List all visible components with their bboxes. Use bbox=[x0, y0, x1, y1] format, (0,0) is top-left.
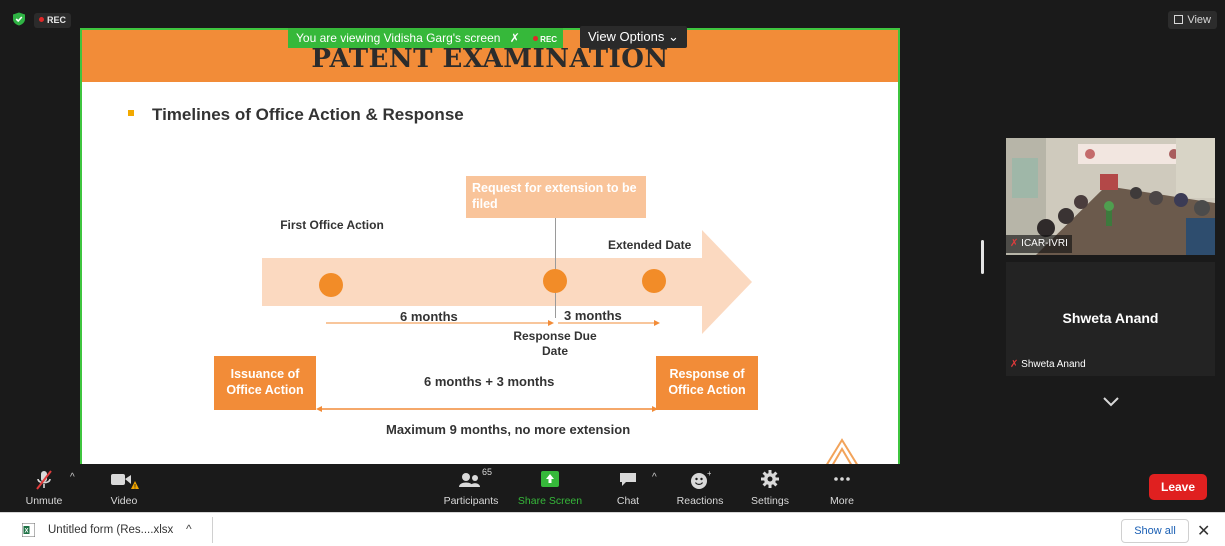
show-all-button[interactable]: Show all bbox=[1121, 519, 1189, 543]
chevron-down-icon: ⌄ bbox=[667, 29, 679, 44]
six-months-label: 6 months bbox=[400, 309, 458, 324]
total-arrowhead-right bbox=[652, 406, 658, 412]
video-tile-name: ICAR-IVRI bbox=[1021, 238, 1068, 249]
viewing-banner-text: You are viewing Vidisha Garg's screen bbox=[296, 31, 501, 45]
banner-rec-indicator: REC bbox=[533, 30, 557, 50]
view-label: View bbox=[1187, 14, 1211, 26]
download-divider bbox=[212, 517, 213, 543]
banner-rec-label: REC bbox=[540, 35, 558, 44]
banner-record-dot-icon bbox=[533, 36, 539, 41]
due-date-divider bbox=[555, 218, 556, 318]
muted-mic-icon: ✗ bbox=[1010, 359, 1019, 370]
close-icon[interactable]: ✕ bbox=[1197, 521, 1210, 541]
recording-indicator[interactable]: REC bbox=[34, 13, 72, 28]
chevron-down-icon[interactable] bbox=[1102, 396, 1120, 408]
chat-icon bbox=[620, 473, 636, 486]
video-tile-label: ✗ ICAR-IVRI bbox=[1006, 235, 1072, 253]
grid-view-icon bbox=[1174, 15, 1184, 24]
unmute-button[interactable]: Unmute bbox=[18, 464, 70, 512]
three-months-arrowhead bbox=[654, 320, 660, 326]
unmute-label: Unmute bbox=[25, 495, 63, 507]
slide-heading: Timelines of Office Action & Response bbox=[152, 105, 464, 124]
response-office-action-box: Response of Office Action bbox=[656, 356, 758, 410]
shared-screen-slide: PATENT EXAMINATION Timelines of Office A… bbox=[80, 28, 900, 464]
participants-button[interactable]: 65 Participants bbox=[440, 464, 502, 512]
issuance-box: Issuance of Office Action bbox=[214, 356, 316, 410]
more-label: More bbox=[830, 495, 854, 507]
share-screen-button[interactable]: Share Screen bbox=[516, 464, 584, 512]
more-button[interactable]: More bbox=[822, 464, 862, 512]
participant-label-name: Shweta Anand bbox=[1021, 359, 1086, 370]
max-duration-label: Maximum 9 months, no more extension bbox=[386, 422, 631, 437]
response-due-marker bbox=[543, 269, 567, 293]
total-arrowhead-left bbox=[316, 406, 322, 412]
chevron-up-icon[interactable]: ^ bbox=[186, 522, 192, 536]
response-due-date-label: Response Due Date bbox=[513, 329, 597, 358]
audio-options-caret-icon[interactable]: ^ bbox=[70, 472, 75, 483]
first-action-marker bbox=[319, 273, 343, 297]
chat-options-caret-icon[interactable]: ^ bbox=[652, 472, 657, 483]
recording-label: REC bbox=[47, 15, 67, 25]
leave-button[interactable]: Leave bbox=[1149, 474, 1207, 500]
first-office-action-label: First Office Action bbox=[280, 218, 384, 232]
total-duration-arrow bbox=[316, 406, 658, 412]
top-status-bar: REC View bbox=[0, 0, 1225, 29]
panel-resize-handle[interactable] bbox=[981, 240, 984, 274]
svg-text:!: ! bbox=[134, 485, 136, 491]
chat-button[interactable]: Chat bbox=[606, 464, 650, 512]
request-extension-box: Request for extension to be filed bbox=[466, 176, 646, 218]
sum-label: 6 months + 3 months bbox=[424, 374, 555, 389]
chat-label: Chat bbox=[616, 495, 640, 507]
bullet-icon bbox=[128, 110, 134, 116]
microphone-muted-icon bbox=[36, 470, 52, 490]
reactions-button[interactable]: + Reactions bbox=[672, 464, 728, 512]
extended-date-label: Extended Date bbox=[608, 238, 692, 252]
three-months-label: 3 months bbox=[564, 308, 622, 323]
zoom-meeting-window: REC View PATENT EXAMINATION Timelines of… bbox=[0, 0, 1225, 546]
reactions-icon: + bbox=[691, 469, 711, 489]
record-dot-icon bbox=[39, 17, 44, 22]
slide-logo-icon bbox=[826, 438, 858, 464]
download-bar: X Untitled form (Res....xlsx ^ Show all … bbox=[0, 512, 1225, 546]
download-file-name[interactable]: Untitled form (Res....xlsx bbox=[48, 524, 173, 536]
participant-tile-label: ✗ Shweta Anand bbox=[1006, 356, 1090, 374]
reactions-label: Reactions bbox=[676, 495, 724, 507]
video-button[interactable]: ! Video bbox=[98, 464, 150, 512]
view-options-label: View Options bbox=[588, 29, 665, 44]
share-screen-label: Share Screen bbox=[517, 495, 583, 507]
viewing-screen-banner: You are viewing Vidisha Garg's screen ✗ … bbox=[288, 28, 564, 50]
six-months-arrowhead bbox=[548, 320, 554, 326]
participants-count: 65 bbox=[482, 467, 493, 477]
meeting-toolbar: Unmute ^ ! Video 65 Participants Share S… bbox=[0, 464, 1225, 512]
shield-icon bbox=[13, 12, 25, 26]
settings-label: Settings bbox=[751, 495, 789, 507]
svg-text:+: + bbox=[707, 469, 711, 478]
participant-tile-name: Shweta Anand bbox=[1062, 310, 1159, 326]
video-camera-warning-icon: ! bbox=[111, 474, 139, 491]
gear-icon bbox=[761, 470, 779, 488]
view-options-button[interactable]: View Options ⌄ bbox=[580, 26, 687, 48]
settings-button[interactable]: Settings bbox=[746, 464, 794, 512]
svg-text:X: X bbox=[24, 529, 28, 535]
view-button[interactable]: View bbox=[1168, 11, 1217, 29]
video-label: Video bbox=[110, 495, 138, 507]
extended-date-marker bbox=[642, 269, 666, 293]
slide-title: PATENT EXAMINATION bbox=[311, 44, 669, 74]
participants-label: Participants bbox=[443, 495, 499, 507]
share-screen-icon bbox=[541, 471, 559, 487]
muted-mic-icon: ✗ bbox=[509, 31, 520, 45]
excel-file-icon: X bbox=[22, 523, 35, 537]
more-dots-icon bbox=[834, 477, 850, 481]
muted-mic-icon: ✗ bbox=[1010, 238, 1019, 249]
